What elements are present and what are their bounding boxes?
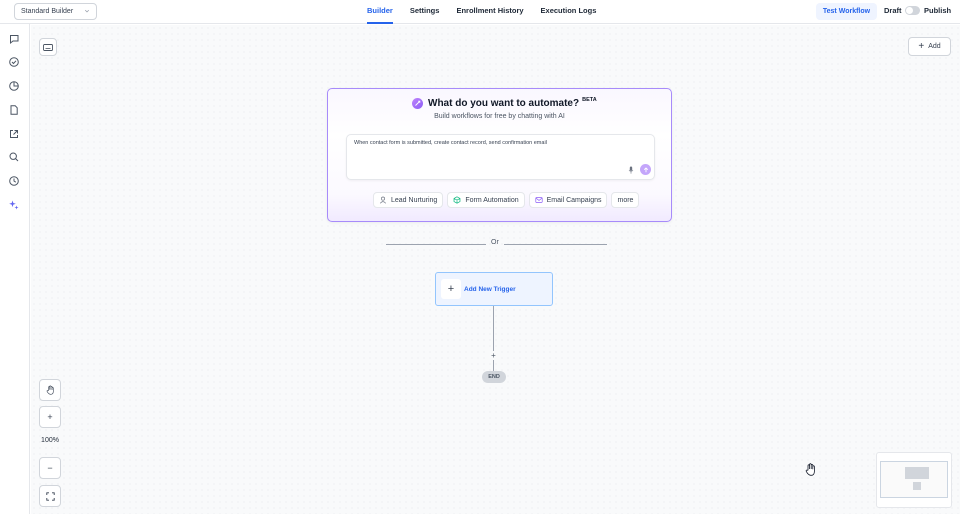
chip-email-campaigns[interactable]: Email Campaigns <box>528 192 608 208</box>
minimap-node <box>913 482 921 490</box>
external-link-icon[interactable] <box>8 128 20 140</box>
plus-icon: + <box>918 40 925 52</box>
document-icon[interactable] <box>8 104 20 116</box>
publish-toggle[interactable] <box>905 6 920 15</box>
zoom-in-button[interactable]: + <box>39 406 61 428</box>
fit-view-button[interactable] <box>39 485 61 507</box>
ai-prompt-text: When contact form is submitted, create c… <box>354 140 547 146</box>
ai-card-header: What do you want to automate? BETA <box>412 96 597 109</box>
tab-settings[interactable]: Settings <box>410 0 440 24</box>
microphone-icon[interactable] <box>628 166 634 174</box>
pan-mode-button[interactable] <box>39 379 61 401</box>
pie-chart-icon[interactable] <box>8 80 20 92</box>
plus-icon: + <box>441 279 461 299</box>
chip-label: Email Campaigns <box>546 196 602 204</box>
minimap-viewport[interactable] <box>880 461 948 498</box>
divider-line-right <box>504 244 607 245</box>
zoom-out-button[interactable]: − <box>39 457 61 479</box>
add-step-button[interactable]: + <box>489 351 498 360</box>
ai-card-title: What do you want to automate? <box>428 98 580 109</box>
left-sidebar <box>0 24 30 514</box>
mail-icon <box>535 197 543 203</box>
chevron-down-icon <box>84 9 90 13</box>
toggle-knob <box>906 7 913 14</box>
tab-enrollment-history[interactable]: Enrollment History <box>456 0 523 24</box>
sparkles-icon[interactable] <box>8 199 20 211</box>
draft-label: Draft <box>884 6 902 15</box>
add-button-label: Add <box>928 43 941 50</box>
ai-card-subtitle: Build workflows for free by chatting wit… <box>434 113 565 120</box>
chat-icon[interactable] <box>8 33 20 45</box>
ai-automation-card: What do you want to automate? BETA Build… <box>327 88 672 222</box>
flow-connector-line <box>493 306 494 371</box>
chip-lead-nurturing[interactable]: Lead Nurturing <box>373 192 444 208</box>
user-icon <box>379 196 387 204</box>
chip-label: Form Automation <box>465 196 519 204</box>
test-workflow-button[interactable]: Test Workflow <box>816 3 877 20</box>
keyboard-icon <box>43 43 53 51</box>
fit-view-icon <box>45 491 55 501</box>
cube-icon <box>453 196 461 204</box>
arrow-up-icon <box>643 166 648 172</box>
minimap-node <box>905 467 929 479</box>
beta-badge: BETA <box>582 96 597 103</box>
builder-type-select[interactable]: Standard Builder <box>14 3 97 20</box>
builder-type-value: Standard Builder <box>21 8 74 15</box>
zoom-level: 100% <box>41 437 59 444</box>
tab-execution-logs[interactable]: Execution Logs <box>541 0 597 24</box>
search-icon[interactable] <box>8 151 20 163</box>
chip-label: Lead Nurturing <box>391 196 438 204</box>
chip-form-automation[interactable]: Form Automation <box>447 192 525 208</box>
keyboard-shortcuts-button[interactable] <box>39 38 57 56</box>
hand-icon <box>46 385 54 395</box>
add-new-trigger-node[interactable]: + Add New Trigger <box>435 272 553 306</box>
chip-label: more <box>617 196 634 204</box>
chip-more[interactable]: more <box>611 192 640 208</box>
end-node: END <box>482 371 506 383</box>
hand-cursor-icon <box>805 463 815 476</box>
ai-sparkle-icon <box>412 98 423 109</box>
history-icon[interactable] <box>8 175 20 187</box>
divider-line-left <box>386 244 486 245</box>
top-bar: Standard Builder Builder Settings Enroll… <box>0 0 960 24</box>
suggestion-chips: Lead Nurturing Form Automation Email Cam… <box>373 192 640 208</box>
publish-label: Publish <box>924 6 952 15</box>
main-tabs: Builder Settings Enrollment History Exec… <box>367 0 613 24</box>
trigger-label: Add New Trigger <box>464 286 516 293</box>
ai-prompt-input[interactable]: When contact form is submitted, create c… <box>346 134 655 180</box>
check-circle-icon[interactable] <box>8 56 20 68</box>
tab-builder[interactable]: Builder <box>367 0 393 24</box>
add-button[interactable]: + Add <box>908 37 951 56</box>
divider-or-text: Or <box>491 239 499 246</box>
send-button[interactable] <box>640 164 651 175</box>
minimap[interactable] <box>876 452 952 508</box>
